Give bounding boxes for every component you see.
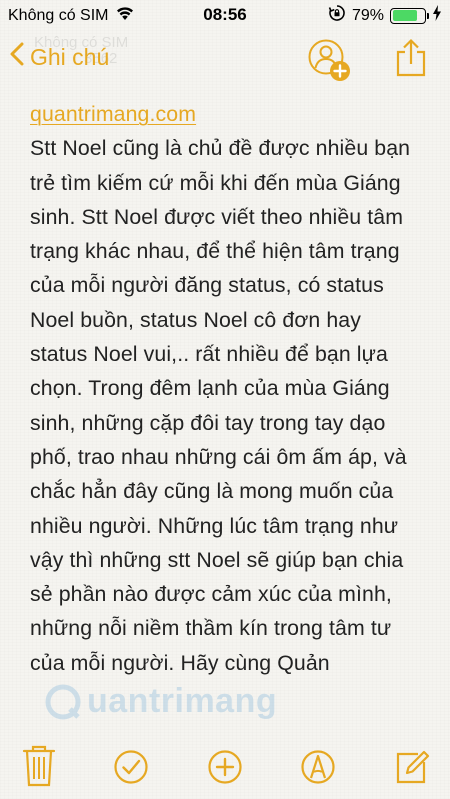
checklist-button[interactable] — [111, 742, 151, 788]
note-content[interactable]: quantrimang.com Stt Noel cũng là chủ đề … — [30, 97, 422, 680]
compose-icon — [396, 750, 430, 784]
watermark: uantrimang — [45, 682, 277, 721]
compose-button[interactable] — [392, 742, 432, 788]
add-icon — [208, 750, 242, 784]
status-right: 79% — [328, 4, 442, 27]
watermark-text: uantrimang — [87, 682, 278, 720]
watermark-logo-icon — [45, 684, 81, 719]
add-person-button[interactable] — [307, 38, 351, 82]
back-label: Ghi chú — [30, 43, 110, 70]
sketch-icon — [301, 750, 335, 784]
battery-percent: 79% — [351, 6, 384, 24]
nav-bar: Không có SIM 3562 Ghi chú — [0, 30, 450, 86]
chevron-left-icon — [10, 42, 24, 72]
sketch-button[interactable] — [298, 742, 338, 788]
add-person-icon — [308, 39, 350, 81]
battery-icon — [390, 7, 429, 24]
rotation-lock-icon — [328, 4, 346, 27]
back-button[interactable]: Ghi chú — [10, 42, 109, 72]
checklist-icon — [114, 750, 148, 784]
bottom-toolbar — [0, 735, 450, 799]
add-button[interactable] — [205, 742, 245, 788]
share-button[interactable] — [394, 38, 428, 78]
trash-icon — [22, 745, 56, 787]
note-link[interactable]: quantrimang.com — [30, 97, 422, 131]
battery-fill — [392, 10, 417, 21]
status-bar: Không có SIM 08:56 79% — [0, 0, 450, 30]
delete-button[interactable] — [19, 742, 59, 788]
note-body: Stt Noel cũng là chủ đề được nhiều bạn t… — [30, 136, 411, 675]
charging-icon — [432, 5, 442, 26]
share-icon — [396, 38, 426, 77]
